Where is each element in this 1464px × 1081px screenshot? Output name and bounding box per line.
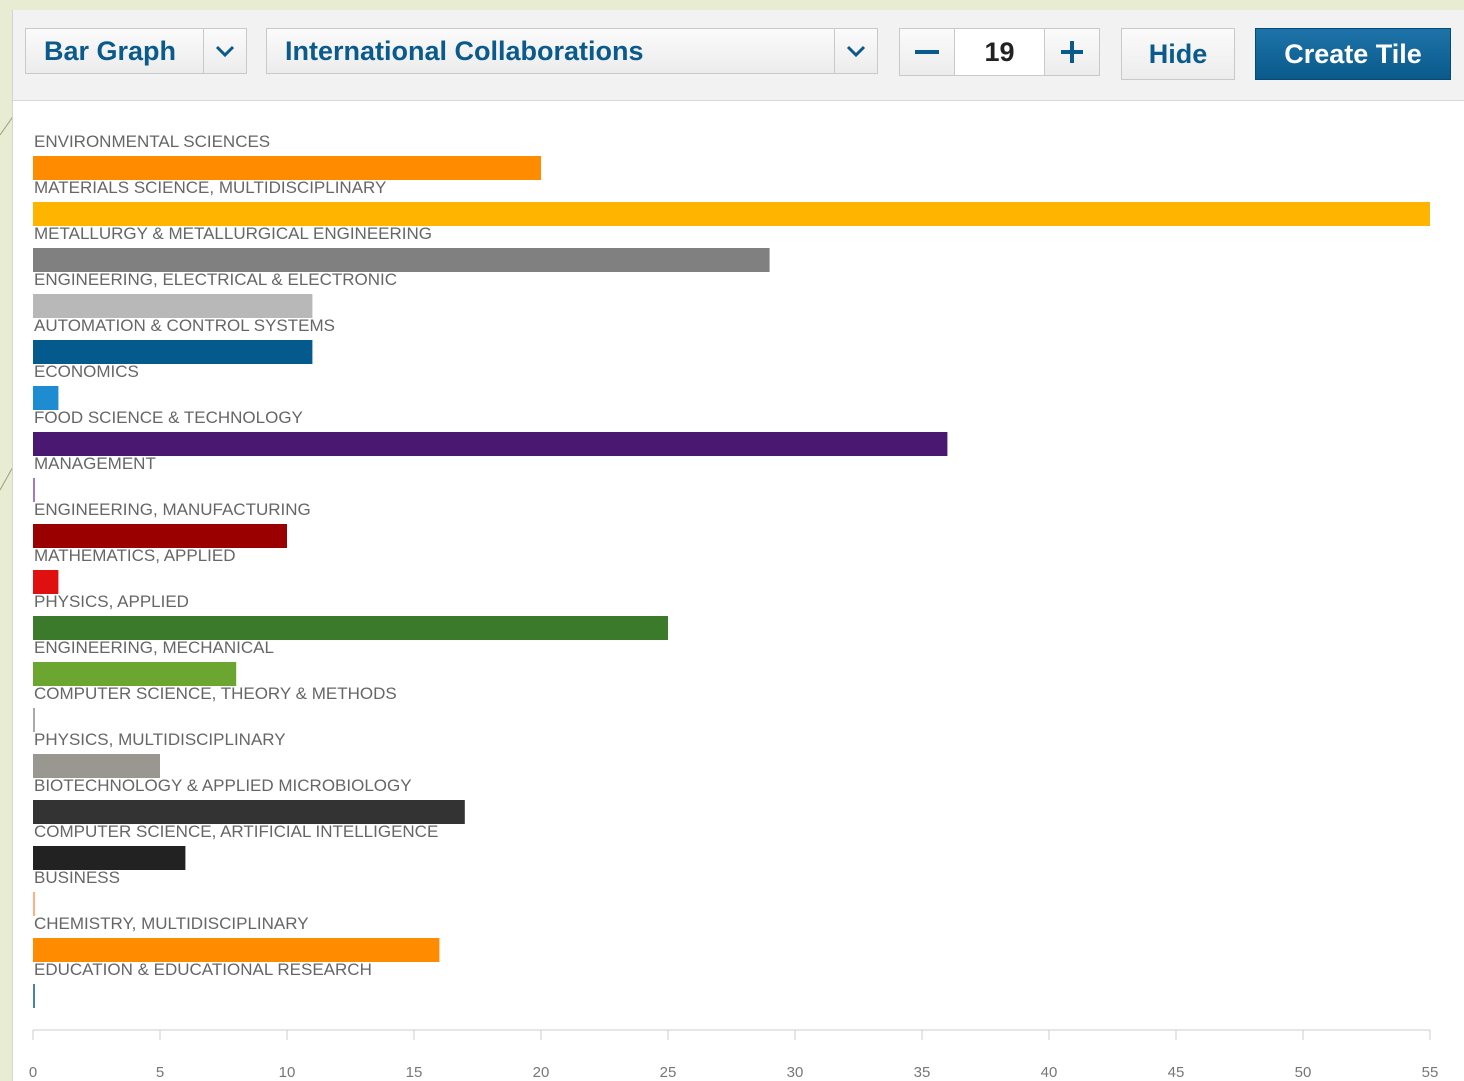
x-tick-label: 5 <box>156 1064 164 1081</box>
category-label: PHYSICS, APPLIED <box>34 592 189 611</box>
count-stepper: 19 <box>899 28 1100 76</box>
bar[interactable] <box>33 386 59 410</box>
category-label: MATHEMATICS, APPLIED <box>34 546 236 565</box>
bar[interactable] <box>33 432 948 456</box>
category-label: AUTOMATION & CONTROL SYSTEMS <box>34 316 335 335</box>
chevron-down-icon[interactable] <box>834 29 877 73</box>
category-label: MANAGEMENT <box>34 454 156 473</box>
toolbar: Bar Graph International Collaborations 1… <box>13 10 1464 101</box>
bar[interactable] <box>33 156 541 180</box>
x-tick-label: 15 <box>406 1064 423 1081</box>
category-label: PHYSICS, MULTIDISCIPLINARY <box>34 730 286 749</box>
create-tile-button[interactable]: Create Tile <box>1255 28 1451 80</box>
x-tick-label: 30 <box>787 1064 804 1081</box>
bar[interactable] <box>33 340 313 364</box>
x-tick-label: 25 <box>660 1064 677 1081</box>
category-label: BUSINESS <box>34 868 120 887</box>
category-label: CHEMISTRY, MULTIDISCIPLINARY <box>34 914 309 933</box>
category-label: METALLURGY & METALLURGICAL ENGINEERING <box>34 224 432 243</box>
category-label: ENGINEERING, ELECTRICAL & ELECTRONIC <box>34 270 397 289</box>
bar[interactable] <box>33 616 668 640</box>
category-label: BIOTECHNOLOGY & APPLIED MICROBIOLOGY <box>34 776 412 795</box>
category-label: EDUCATION & EDUCATIONAL RESEARCH <box>34 960 372 979</box>
plus-icon <box>1061 41 1083 63</box>
x-tick-label: 0 <box>29 1064 37 1081</box>
count-input[interactable]: 19 <box>955 29 1044 75</box>
category-label: COMPUTER SCIENCE, THEORY & METHODS <box>34 684 397 703</box>
bar[interactable] <box>33 294 313 318</box>
decrement-button[interactable] <box>900 29 955 75</box>
bar-chart: ENVIRONMENTAL SCIENCES MATERIALS SCIENCE,… <box>29 132 1439 1081</box>
bar[interactable] <box>33 708 35 732</box>
category-label: ENVIRONMENTAL SCIENCES <box>34 132 270 151</box>
category-label: MATERIALS SCIENCE, MULTIDISCIPLINARY <box>34 178 386 197</box>
bar[interactable] <box>33 938 440 962</box>
category-label: FOOD SCIENCE & TECHNOLOGY <box>34 408 303 427</box>
x-tick-label: 40 <box>1041 1064 1058 1081</box>
category-label: ENGINEERING, MANUFACTURING <box>34 500 311 519</box>
bar[interactable] <box>33 524 287 548</box>
hide-button[interactable]: Hide <box>1121 28 1235 80</box>
chevron-down-icon[interactable] <box>203 29 246 73</box>
category-label: ECONOMICS <box>34 362 139 381</box>
chart-panel: Bar Graph International Collaborations 1… <box>12 10 1464 1081</box>
x-tick-label: 20 <box>533 1064 550 1081</box>
bar[interactable] <box>33 248 770 272</box>
bar[interactable] <box>33 202 1430 226</box>
bar[interactable] <box>33 800 465 824</box>
metric-select[interactable]: International Collaborations <box>266 28 878 74</box>
bar[interactable] <box>33 892 35 916</box>
x-tick-label: 50 <box>1295 1064 1312 1081</box>
x-tick-label: 35 <box>914 1064 931 1081</box>
chart-type-select[interactable]: Bar Graph <box>25 28 247 74</box>
category-label: COMPUTER SCIENCE, ARTIFICIAL INTELLIGENC… <box>34 822 438 841</box>
x-tick-label: 10 <box>279 1064 296 1081</box>
minus-icon <box>915 50 939 54</box>
bar[interactable] <box>33 662 237 686</box>
bar[interactable] <box>33 570 59 594</box>
increment-button[interactable] <box>1044 29 1099 75</box>
metric-label: International Collaborations <box>285 35 644 66</box>
x-tick-label: 55 <box>1422 1064 1439 1081</box>
x-tick-label: 45 <box>1168 1064 1185 1081</box>
bar[interactable] <box>33 846 186 870</box>
chart-type-label: Bar Graph <box>44 35 177 66</box>
category-label: ENGINEERING, MECHANICAL <box>34 638 274 657</box>
bar[interactable] <box>33 984 35 1008</box>
bar[interactable] <box>33 754 160 778</box>
bar[interactable] <box>33 478 35 502</box>
